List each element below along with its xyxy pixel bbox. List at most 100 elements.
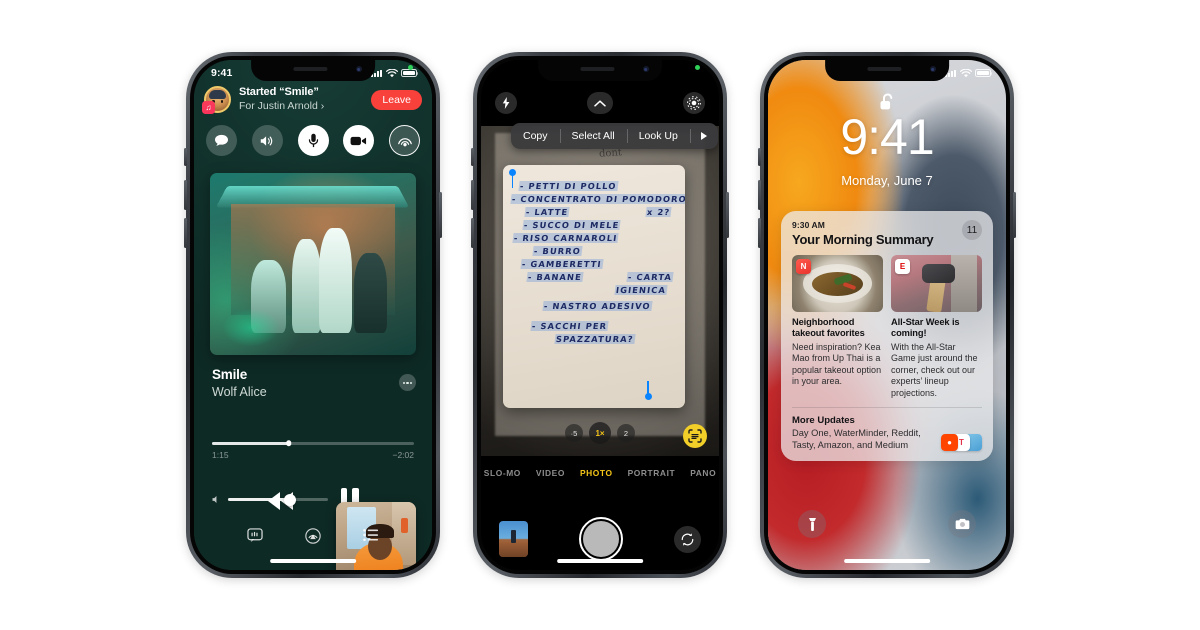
- power-button[interactable]: [1013, 192, 1016, 238]
- live-text-scan-icon[interactable]: [683, 424, 707, 448]
- triangle-right-icon[interactable]: [689, 123, 718, 149]
- note-line: - LATTE: [524, 207, 570, 217]
- story-item[interactable]: N Neighborhood takeout favorites Need in…: [792, 255, 883, 399]
- video-camera-icon[interactable]: [343, 125, 375, 156]
- scrubber-handle[interactable]: [286, 440, 292, 447]
- note-line: - CARTA: [626, 272, 674, 282]
- zoom-level-2x[interactable]: 2: [617, 424, 635, 442]
- phone1-screen: 9:41 ♫ Started “Smile” For Justin Arnold…: [194, 60, 432, 570]
- playback-scrubber[interactable]: 1:15 −2:02: [212, 440, 414, 460]
- speaker-icon[interactable]: [251, 125, 283, 156]
- microphone-icon[interactable]: [297, 125, 329, 156]
- look-up-menu-item[interactable]: Look Up: [626, 123, 690, 149]
- volume-up-button[interactable]: [184, 180, 187, 210]
- phone-camera-live-text: dont ing h nyo ·5 1× 2 Copy Select Al: [471, 52, 729, 578]
- more-updates-section[interactable]: More Updates Day One, WaterMinder, Reddi…: [781, 408, 993, 461]
- live-photo-icon[interactable]: [683, 92, 705, 114]
- lyrics-icon[interactable]: [247, 528, 263, 543]
- note-row: - GAMBERETTI: [511, 259, 677, 272]
- note-line: x 2?: [645, 207, 672, 217]
- volume-up-button[interactable]: [758, 180, 761, 210]
- phone-lock-screen: 9:41 Monday, June 7 9:30 AM Your Morning…: [758, 52, 1016, 578]
- flashlight-icon[interactable]: [798, 510, 826, 538]
- chevron-up-icon[interactable]: [587, 92, 613, 114]
- sleeve-shape: [951, 255, 977, 312]
- camera-icon[interactable]: [948, 510, 976, 538]
- mode-video[interactable]: VIDEO: [536, 468, 565, 478]
- reddit-icon: ●: [941, 434, 958, 452]
- flash-icon[interactable]: [495, 92, 517, 114]
- mute-switch[interactable]: [758, 148, 761, 166]
- context-menu-tail: [579, 148, 591, 149]
- home-indicator[interactable]: [270, 559, 356, 563]
- mode-slo-mo[interactable]: SLO-MO: [484, 468, 521, 478]
- note-row: - SUCCO DI MELE: [511, 220, 677, 233]
- background-handwriting: dont: [598, 147, 623, 160]
- home-indicator[interactable]: [844, 559, 930, 563]
- ellipsis-icon[interactable]: [399, 374, 416, 392]
- power-button[interactable]: [439, 192, 442, 238]
- remaining-time: −2:02: [392, 449, 414, 460]
- shareplay-banner[interactable]: ♫ Started “Smile” For Justin Arnold › Le…: [202, 86, 422, 156]
- scanned-note-card[interactable]: - PETTI DI POLLO - CONCENTRATO DI POMODO…: [503, 165, 685, 408]
- shutter-button[interactable]: [579, 517, 623, 561]
- shareplay-texts: Started “Smile” For Justin Arnold ›: [239, 86, 363, 113]
- home-indicator[interactable]: [557, 559, 643, 563]
- track-texts: Smile Wolf Alice: [212, 366, 399, 400]
- note-row: - SACCHI PER: [511, 321, 677, 334]
- message-icon[interactable]: [206, 125, 237, 156]
- track-info: Smile Wolf Alice: [212, 366, 416, 400]
- shareplay-subtitle[interactable]: For Justin Arnold ›: [239, 100, 363, 113]
- summary-stories: N Neighborhood takeout favorites Need in…: [781, 247, 993, 399]
- more-updates-body: Day One, WaterMinder, Reddit, Tasty, Ama…: [792, 428, 921, 451]
- zoom-level-1x[interactable]: 1×: [589, 422, 611, 444]
- zoom-level-0.5x[interactable]: ·5: [565, 424, 583, 442]
- volume-low-icon: [212, 495, 217, 504]
- more-updates-heading: More Updates: [792, 415, 855, 427]
- lock-screen-shortcuts: [768, 510, 1006, 538]
- volume-down-button[interactable]: [471, 218, 474, 248]
- note-row: - NASTRO ADESIVO: [511, 301, 677, 314]
- front-camera: [355, 66, 362, 72]
- facetime-controls: [204, 125, 422, 156]
- mode-photo[interactable]: PHOTO: [580, 468, 613, 478]
- flip-camera-icon[interactable]: [674, 525, 701, 553]
- volume-down-button[interactable]: [758, 218, 761, 248]
- note-line: - PETTI DI POLLO: [518, 181, 619, 191]
- mute-switch[interactable]: [471, 148, 474, 166]
- power-button[interactable]: [726, 192, 729, 238]
- text-selection-context-menu: Copy Select All Look Up: [511, 123, 718, 149]
- album-artwork[interactable]: [210, 173, 416, 355]
- notification-summary-card[interactable]: 9:30 AM Your Morning Summary 11 N Neighb…: [781, 211, 993, 462]
- mode-pano[interactable]: PANO: [690, 468, 716, 478]
- elapsed-time: 1:15: [212, 449, 229, 460]
- player-toolbar: [194, 528, 432, 544]
- copy-menu-item[interactable]: Copy: [511, 123, 560, 149]
- lock-screen-time: 9:41: [840, 109, 934, 165]
- queue-icon[interactable]: [363, 528, 379, 542]
- scrubber-track[interactable]: [212, 440, 414, 447]
- selection-start-bar: [511, 175, 514, 188]
- mode-portrait[interactable]: PORTRAIT: [628, 468, 676, 478]
- phone-music-shareplay: 9:41 ♫ Started “Smile” For Justin Arnold…: [184, 52, 442, 578]
- selection-end-handle[interactable]: [645, 393, 652, 400]
- avatar-hair: [209, 90, 226, 99]
- battery-icon: [975, 69, 993, 77]
- volume-handle[interactable]: [284, 493, 296, 506]
- select-all-menu-item[interactable]: Select All: [559, 123, 627, 149]
- airplay-icon[interactable]: [305, 528, 321, 544]
- avatar: ♫: [202, 86, 231, 114]
- mute-switch[interactable]: [184, 148, 187, 166]
- volume-up-button[interactable]: [471, 180, 474, 210]
- story-body: With the All-Star Game just around the c…: [891, 341, 978, 398]
- last-photo-thumbnail[interactable]: [499, 521, 528, 557]
- volume-down-button[interactable]: [184, 218, 187, 248]
- leave-button[interactable]: Leave: [371, 89, 422, 110]
- story-item[interactable]: E All-Star Week is coming! With the All-…: [891, 255, 982, 399]
- note-line: - SUCCO DI MELE: [522, 220, 622, 230]
- volume-track[interactable]: [228, 493, 328, 506]
- shareplay-icon[interactable]: [389, 125, 420, 156]
- thai-noodle-dish-photo: N: [792, 255, 883, 312]
- volume-slider[interactable]: [212, 493, 328, 506]
- note-row: - RISO CARNAROLI: [511, 233, 677, 246]
